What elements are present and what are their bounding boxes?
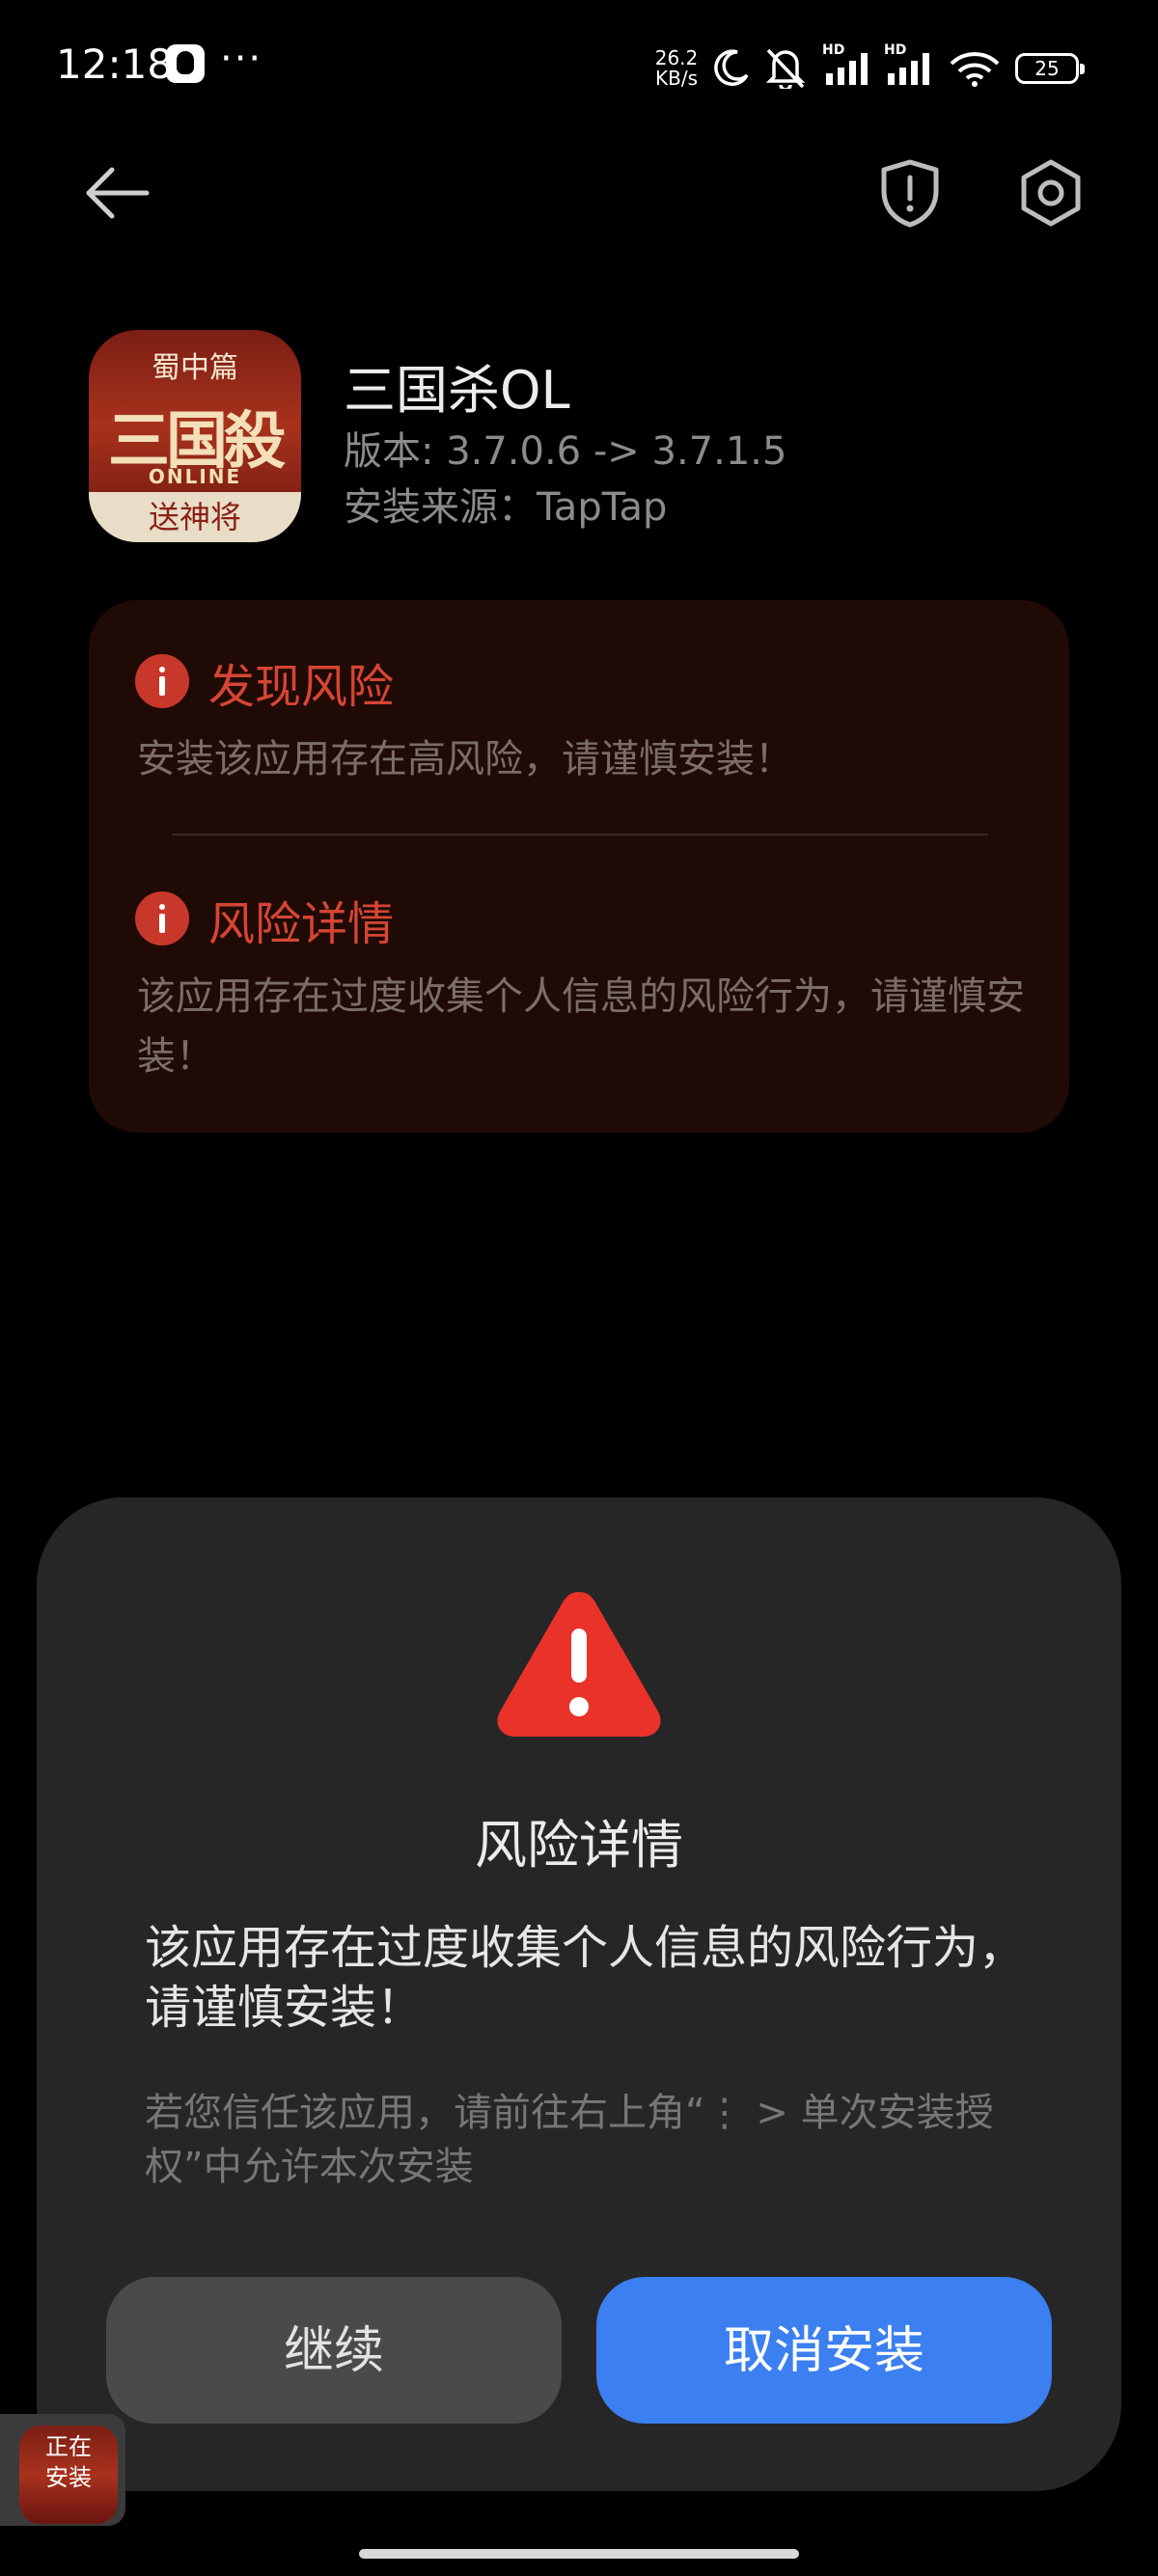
app-icon: 蜀中篇 三国殺 ONLINE 送神将 [89, 330, 301, 542]
risk-detail-title: 风险详情 [208, 897, 395, 951]
wifi-icon [950, 52, 1000, 87]
risk-found-desc: 安装该应用存在高风险，请谨慎安装！ [137, 737, 793, 781]
info-icon [135, 891, 189, 945]
installing-label-line1: 正在 [45, 2433, 92, 2460]
home-indicator[interactable] [359, 2549, 799, 2559]
signal-1-icon: HD [822, 42, 874, 87]
dialog-body: 该应用存在过度收集个人信息的风险行为，请谨慎安装！ [145, 1921, 1026, 2035]
risk-card: 发现风险 安装该应用存在高风险，请谨慎安装！ 风险详情 该应用存在过度收集个人信… [89, 600, 1069, 1133]
network-speed-unit: KB/s [655, 67, 698, 90]
app-source: 安装来源：TapTap [344, 485, 668, 530]
app-icon-top-text: 蜀中篇 [152, 351, 238, 385]
installing-bubble[interactable]: 正在 安装 [0, 2414, 125, 2526]
app-name: 三国杀OL [344, 360, 570, 421]
battery-level: 25 [1034, 57, 1060, 80]
moon-icon [714, 49, 749, 86]
dialog-title: 风险详情 [475, 1815, 683, 1876]
qq-notification-icon [166, 44, 205, 83]
continue-button[interactable]: 继续 [106, 2277, 562, 2424]
network-speed: 26.2 KB/s [648, 48, 704, 89]
risk-dialog: 风险详情 该应用存在过度收集个人信息的风险行为，请谨慎安装！ 若您信任该应用，请… [37, 1497, 1121, 2491]
app-icon-online-text: ONLINE [148, 465, 242, 488]
mute-bell-icon [765, 48, 806, 89]
cancel-install-button[interactable]: 取消安装 [596, 2277, 1052, 2424]
signal-2-icon: HD [884, 42, 936, 87]
info-icon [135, 654, 189, 708]
shield-icon[interactable] [878, 158, 942, 228]
installing-label-line2: 安装 [45, 2464, 92, 2491]
app-icon-bottom-text: 送神将 [89, 492, 301, 542]
risk-divider [172, 834, 988, 836]
dialog-hint: 若您信任该应用，请前往右上角“⋮ > 单次安装授权”中允许本次安装 [145, 2091, 994, 2189]
installing-label: 正在 安装 [19, 2431, 118, 2493]
network-speed-value: 26.2 [654, 46, 699, 69]
risk-detail-desc: 该应用存在过度收集个人信息的风险行为，请谨慎安装！ [137, 974, 1025, 1079]
more-notifications-icon: ··· [220, 37, 263, 81]
risk-found-title: 发现风险 [208, 660, 395, 714]
app-version: 版本: 3.7.0.6 -> 3.7.1.5 [344, 429, 787, 474]
battery-icon: 25 [1015, 53, 1085, 84]
status-time: 12:18 [56, 41, 174, 88]
settings-gear-icon[interactable] [1017, 158, 1085, 228]
back-arrow-icon[interactable] [83, 164, 151, 222]
warning-triangle-icon [497, 1592, 661, 1737]
